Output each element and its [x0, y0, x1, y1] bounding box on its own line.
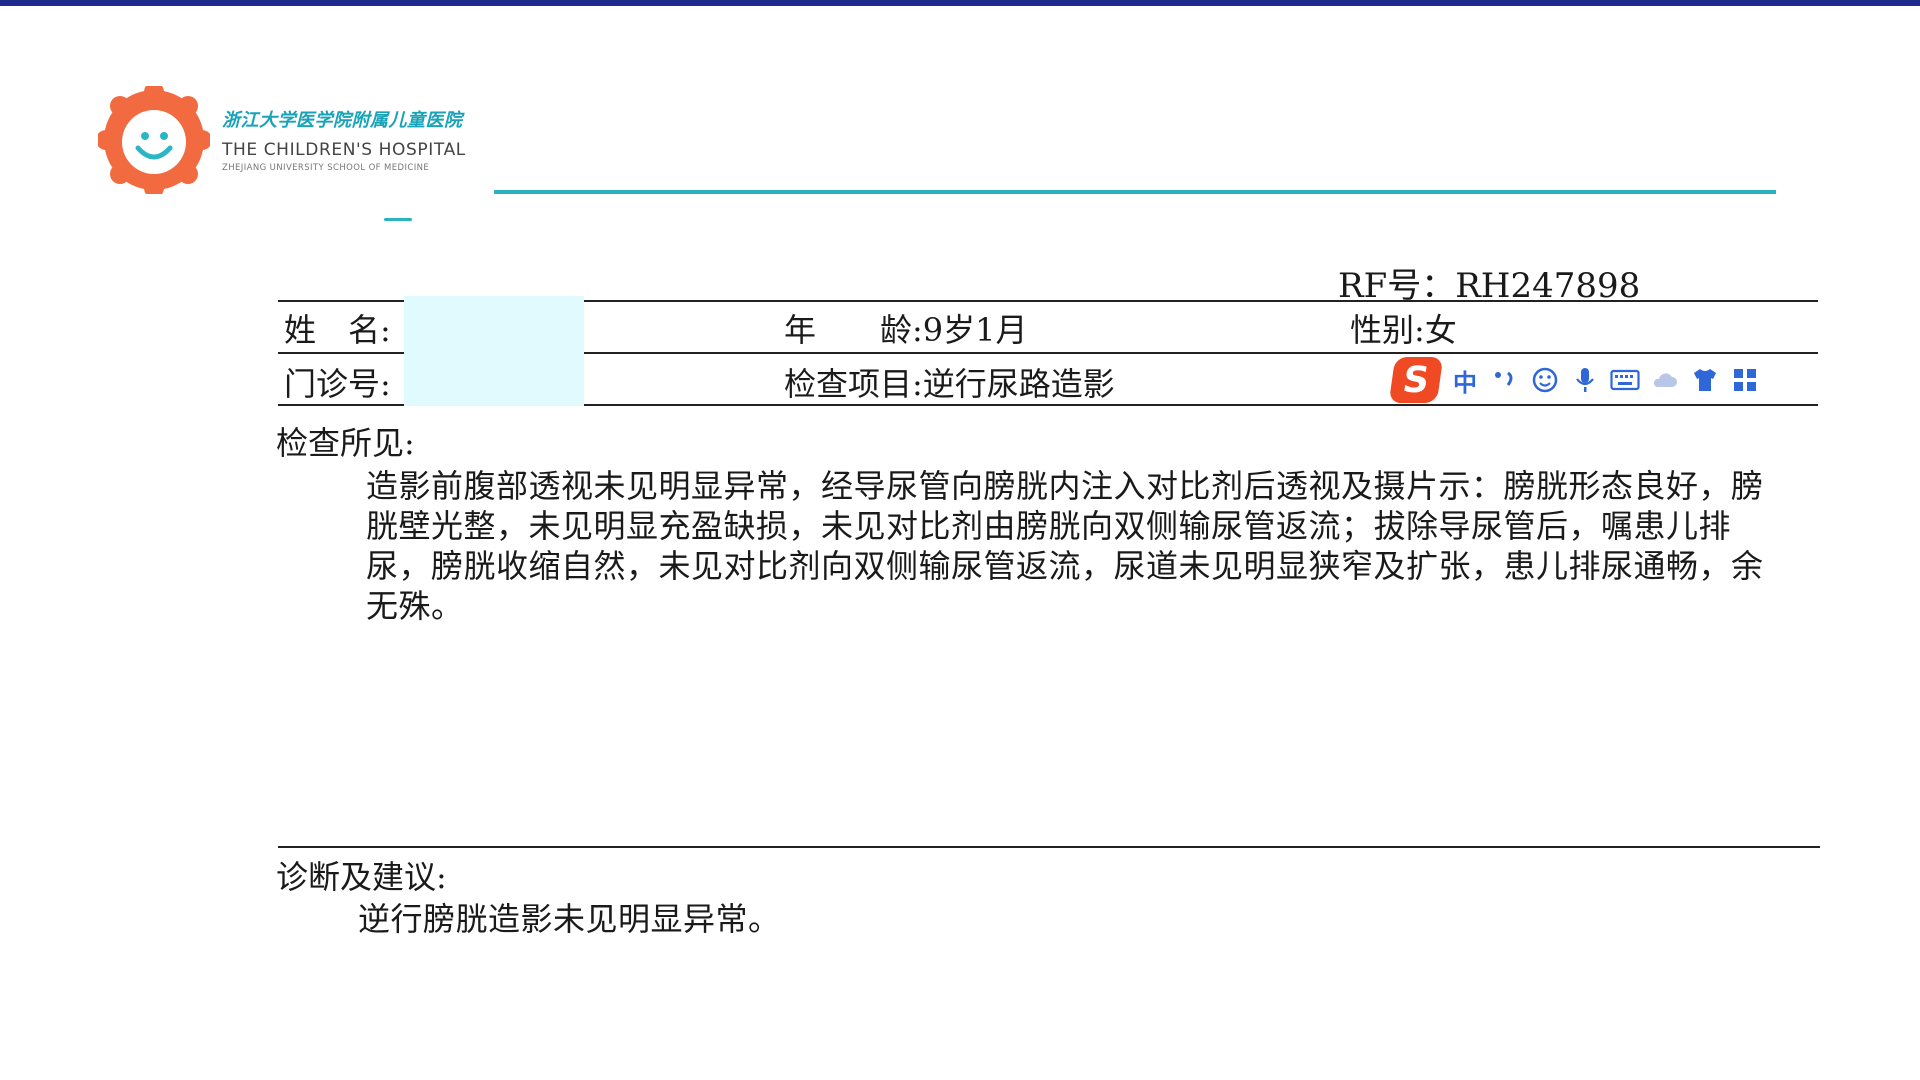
conclusion-title: 诊断及建议:	[276, 858, 447, 896]
clinic-label: 门诊号:	[284, 365, 391, 403]
input-mode-toggle[interactable]: 中	[1450, 365, 1480, 397]
punctuation-icon[interactable]	[1490, 365, 1520, 395]
age-label: 年 龄:	[784, 311, 923, 349]
hospital-name-block: 浙江大学医学院附属儿童医院 THE CHILDREN'S HOSPITAL ZH…	[222, 106, 466, 173]
name-label: 姓 名:	[284, 311, 391, 349]
hospital-logo	[96, 82, 212, 198]
emoji-icon[interactable]	[1530, 365, 1560, 395]
conclusion-rule	[278, 846, 1820, 848]
hospital-name-en-sub: ZHEJIANG UNIVERSITY SCHOOL OF MEDICINE	[222, 163, 430, 173]
age-field: 年 龄:9岁1月	[784, 314, 1028, 346]
age-value: 9岁1月	[922, 311, 1028, 349]
skin-shirt-icon[interactable]	[1690, 365, 1720, 395]
exam-value: 逆行尿路造影	[922, 365, 1115, 403]
ime-toolbar[interactable]: S 中	[1388, 356, 1760, 404]
gender-value: 女	[1424, 311, 1457, 349]
clinic-number-field: 门诊号:	[284, 368, 391, 400]
findings-title: 检查所见:	[276, 424, 415, 462]
exam-label: 检查项目:	[784, 365, 923, 403]
gender-field: 性别:女	[1350, 314, 1457, 346]
hospital-name-cn: 浙江大学医学院附属儿童医院	[222, 110, 463, 131]
toolbox-grid-icon[interactable]	[1730, 365, 1760, 395]
gender-label: 性别:	[1350, 311, 1425, 349]
hospital-name-en: THE CHILDREN'S HOSPITAL	[222, 140, 466, 160]
name-field: 姓 名:	[284, 314, 391, 346]
header-divider	[494, 190, 1776, 194]
conclusion-text: 逆行膀胱造影未见明显异常。	[358, 900, 781, 938]
exam-item-field: 检查项目:逆行尿路造影	[784, 368, 1115, 400]
cloud-icon[interactable]	[1650, 365, 1680, 395]
keyboard-icon[interactable]	[1610, 365, 1640, 395]
microphone-icon[interactable]	[1570, 365, 1600, 395]
top-border	[0, 0, 1920, 6]
sogou-logo-icon[interactable]: S	[1388, 357, 1444, 403]
redacted-patient-info	[404, 296, 584, 406]
findings-text: 造影前腹部透视未见明显异常，经导尿管向膀胱内注入对比剂后透视及摄片示：膀胱形态良…	[366, 467, 1764, 625]
header-accent-dash	[384, 218, 412, 221]
smiling-sun-logo-icon	[96, 82, 212, 198]
